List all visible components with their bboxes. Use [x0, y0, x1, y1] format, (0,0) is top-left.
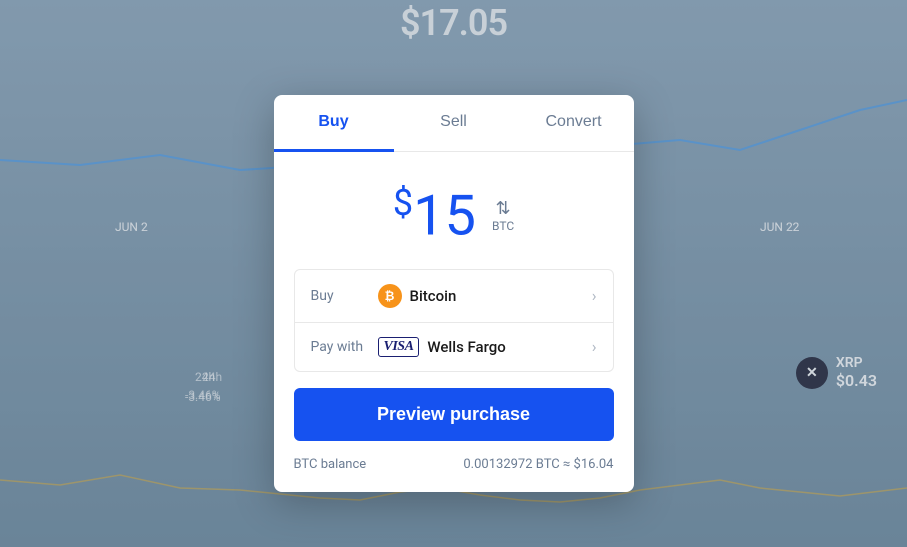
dollar-sign: $ — [393, 182, 413, 224]
preview-purchase-button[interactable]: Preview purchase — [294, 388, 614, 441]
payment-value: VISA Wells Fargo — [378, 337, 506, 357]
balance-label: BTC balance — [294, 457, 367, 472]
asset-name: Bitcoin — [410, 287, 457, 305]
pay-label: Pay with — [311, 339, 366, 355]
btc-symbol: ₿ — [385, 289, 395, 303]
amount-section: $15 ⇅ BTC — [274, 152, 634, 269]
btc-amount: 0.00132972 BTC — [463, 457, 559, 472]
pay-chevron-icon: › — [592, 337, 597, 356]
buy-chevron-icon: › — [592, 286, 597, 305]
pay-with-row[interactable]: Pay with VISA Wells Fargo › — [295, 323, 613, 371]
buy-label: Buy — [311, 288, 366, 304]
tab-sell[interactable]: Sell — [394, 95, 514, 152]
amount-number: 15 — [413, 183, 476, 249]
buy-asset-left: Buy ₿ Bitcoin — [311, 284, 457, 308]
swap-arrows-icon: ⇅ — [496, 198, 511, 219]
options-section: Buy ₿ Bitcoin › Pay with VISA Wel — [294, 269, 614, 372]
approx-fiat: ≈ $16.04 — [563, 457, 614, 472]
bank-name: Wells Fargo — [427, 338, 505, 356]
tab-convert[interactable]: Convert — [514, 95, 634, 152]
modal-overlay: Buy Sell Convert $15 ⇅ BTC Buy ₿ — [0, 0, 907, 547]
trade-modal: Buy Sell Convert $15 ⇅ BTC Buy ₿ — [274, 95, 634, 492]
buy-asset-row[interactable]: Buy ₿ Bitcoin › — [295, 270, 613, 323]
balance-info: BTC balance 0.00132972 BTC ≈ $16.04 — [274, 457, 634, 492]
amount-display: $15 — [393, 182, 476, 249]
tab-buy[interactable]: Buy — [274, 95, 394, 152]
asset-value: ₿ Bitcoin — [378, 284, 457, 308]
balance-values: 0.00132972 BTC ≈ $16.04 — [463, 457, 613, 472]
currency-switcher[interactable]: ⇅ BTC — [492, 198, 514, 233]
pay-with-left: Pay with VISA Wells Fargo — [311, 337, 506, 357]
visa-logo: VISA — [378, 337, 420, 357]
tab-bar: Buy Sell Convert — [274, 95, 634, 152]
currency-label: BTC — [492, 219, 514, 233]
bitcoin-icon: ₿ — [378, 284, 402, 308]
